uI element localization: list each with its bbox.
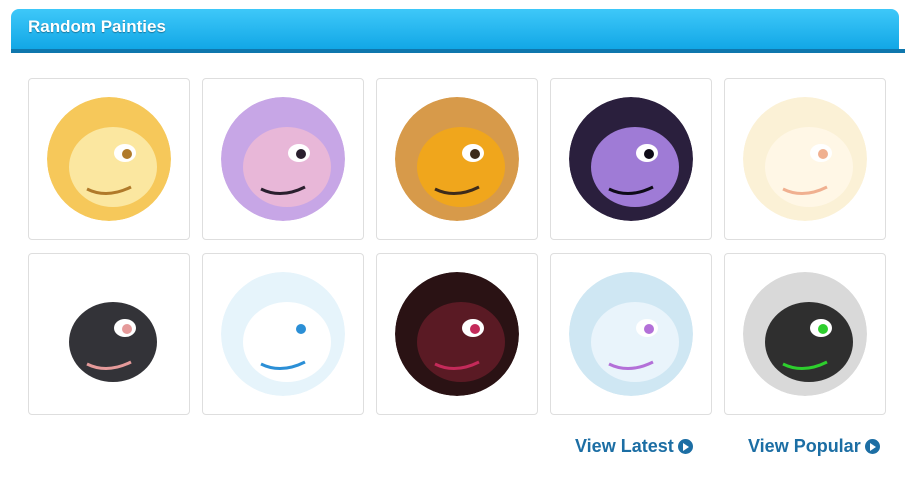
paintie-card[interactable] — [376, 253, 538, 415]
play-circle-icon — [864, 439, 880, 454]
paintie-card[interactable] — [550, 253, 712, 415]
paintie-card[interactable] — [28, 253, 190, 415]
painties-grid — [28, 78, 886, 415]
blue-furry-creature-avatar — [569, 272, 693, 396]
play-circle-icon — [677, 439, 693, 454]
green-black-lizard-avatar — [743, 272, 867, 396]
paintie-card[interactable] — [28, 78, 190, 240]
pink-pony-avatar — [221, 97, 345, 221]
paintie-card[interactable] — [376, 78, 538, 240]
view-popular-label: View Popular — [748, 436, 861, 456]
section-title: Random Painties — [28, 17, 166, 36]
dark-red-dragon-avatar — [395, 272, 519, 396]
blue-white-cat-avatar — [221, 272, 345, 396]
paintie-card[interactable] — [724, 253, 886, 415]
orange-horned-dragon-avatar — [395, 97, 519, 221]
paintie-card[interactable] — [202, 78, 364, 240]
view-popular-link[interactable]: View Popular — [748, 436, 880, 457]
paintie-card[interactable] — [202, 253, 364, 415]
paintie-card[interactable] — [550, 78, 712, 240]
view-links: View Latest View Popular — [0, 436, 917, 460]
section-header-underline — [11, 49, 905, 53]
paintie-card[interactable] — [724, 78, 886, 240]
pale-cat-avatar — [743, 97, 867, 221]
view-latest-link[interactable]: View Latest — [575, 436, 693, 457]
crystal-dark-creature-avatar — [569, 97, 693, 221]
black-rat-avatar — [47, 272, 171, 396]
yellow-dragon-avatar — [47, 97, 171, 221]
view-latest-label: View Latest — [575, 436, 674, 456]
